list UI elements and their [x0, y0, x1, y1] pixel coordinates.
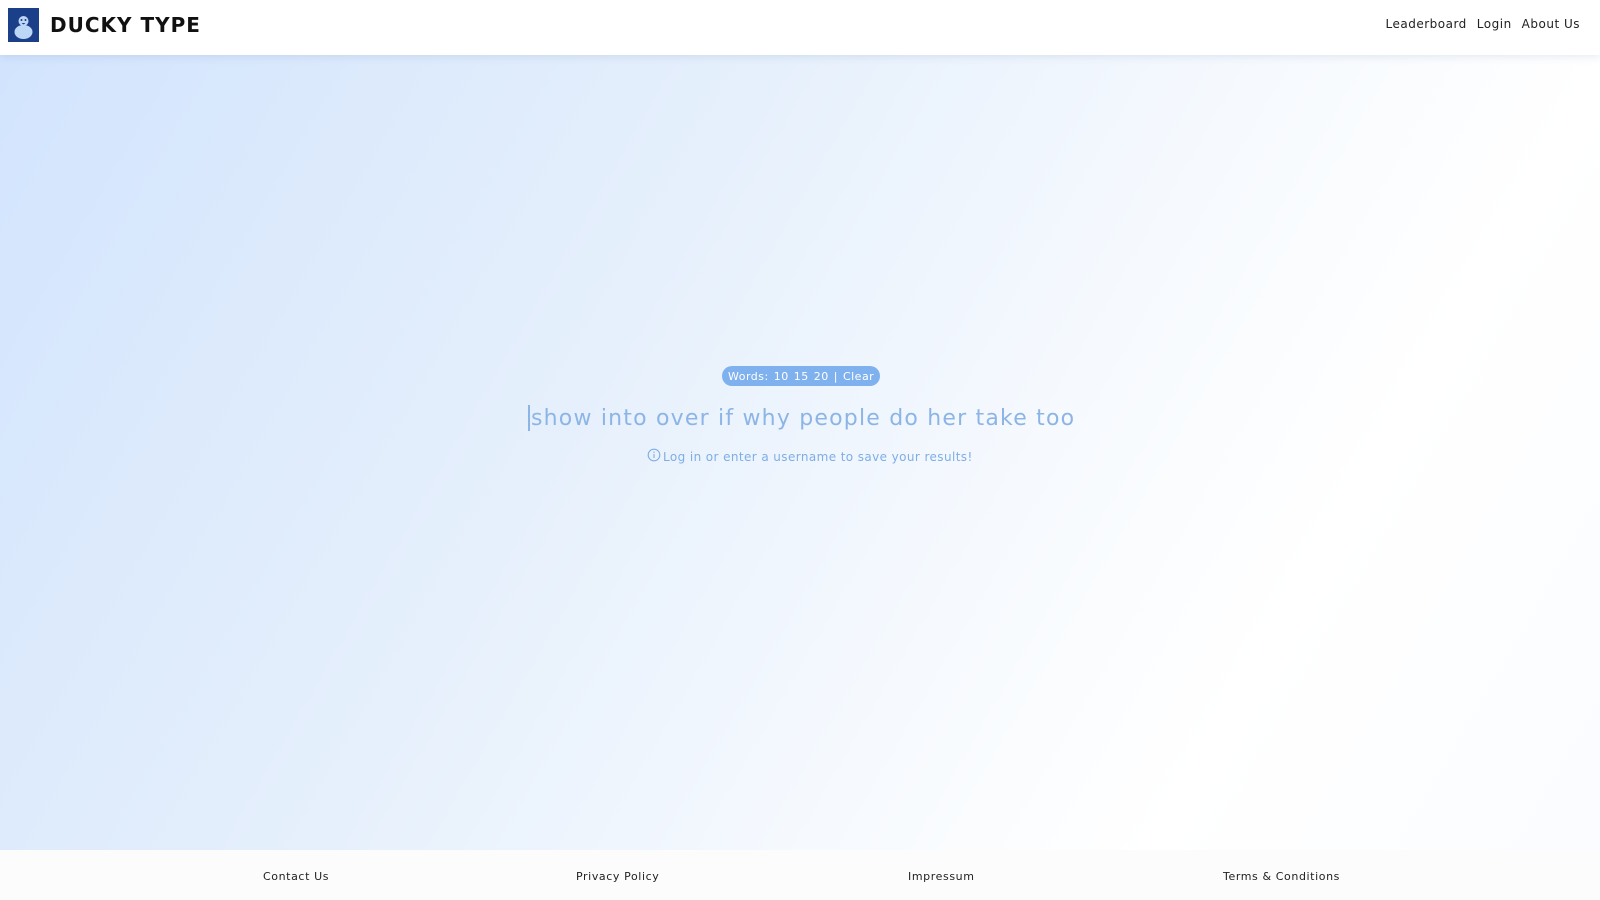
nav-login-link[interactable]: Login	[1477, 17, 1512, 31]
typing-text[interactable]: show into over if why people do her take…	[528, 405, 1075, 431]
hint-text: Log in or enter a username to save your …	[663, 449, 973, 464]
duck-logo-icon	[8, 8, 39, 42]
brand-name: DUCKY TYPE	[50, 13, 201, 37]
pill-separator: |	[833, 369, 838, 383]
word-option-20[interactable]: 20	[814, 370, 829, 383]
save-results-hint: Log in or enter a username to save your …	[647, 448, 973, 465]
header: DUCKY TYPE Leaderboard Login About Us	[0, 0, 1600, 55]
footer-impressum-link[interactable]: Impressum	[908, 870, 975, 883]
footer-privacy-link[interactable]: Privacy Policy	[576, 870, 659, 883]
footer: Contact Us Privacy Policy Impressum Term…	[0, 850, 1600, 900]
typing-words: show into over if why people do her take…	[531, 405, 1076, 431]
text-caret	[528, 405, 530, 431]
nav-about-link[interactable]: About Us	[1522, 17, 1580, 31]
main-nav: Leaderboard Login About Us	[1386, 17, 1581, 31]
info-icon	[647, 448, 661, 465]
words-label: Words:	[728, 369, 769, 383]
word-count-selector: Words: 10 15 20 | Clear	[722, 366, 881, 386]
brand[interactable]: DUCKY TYPE	[8, 8, 201, 42]
word-option-15[interactable]: 15	[794, 370, 809, 383]
clear-button[interactable]: Clear	[843, 370, 874, 383]
word-option-10[interactable]: 10	[774, 370, 789, 383]
nav-leaderboard-link[interactable]: Leaderboard	[1386, 17, 1467, 31]
footer-contact-link[interactable]: Contact Us	[263, 870, 329, 883]
footer-terms-link[interactable]: Terms & Conditions	[1223, 870, 1340, 883]
typing-area[interactable]: Words: 10 15 20 | Clear show into over i…	[0, 55, 1600, 850]
